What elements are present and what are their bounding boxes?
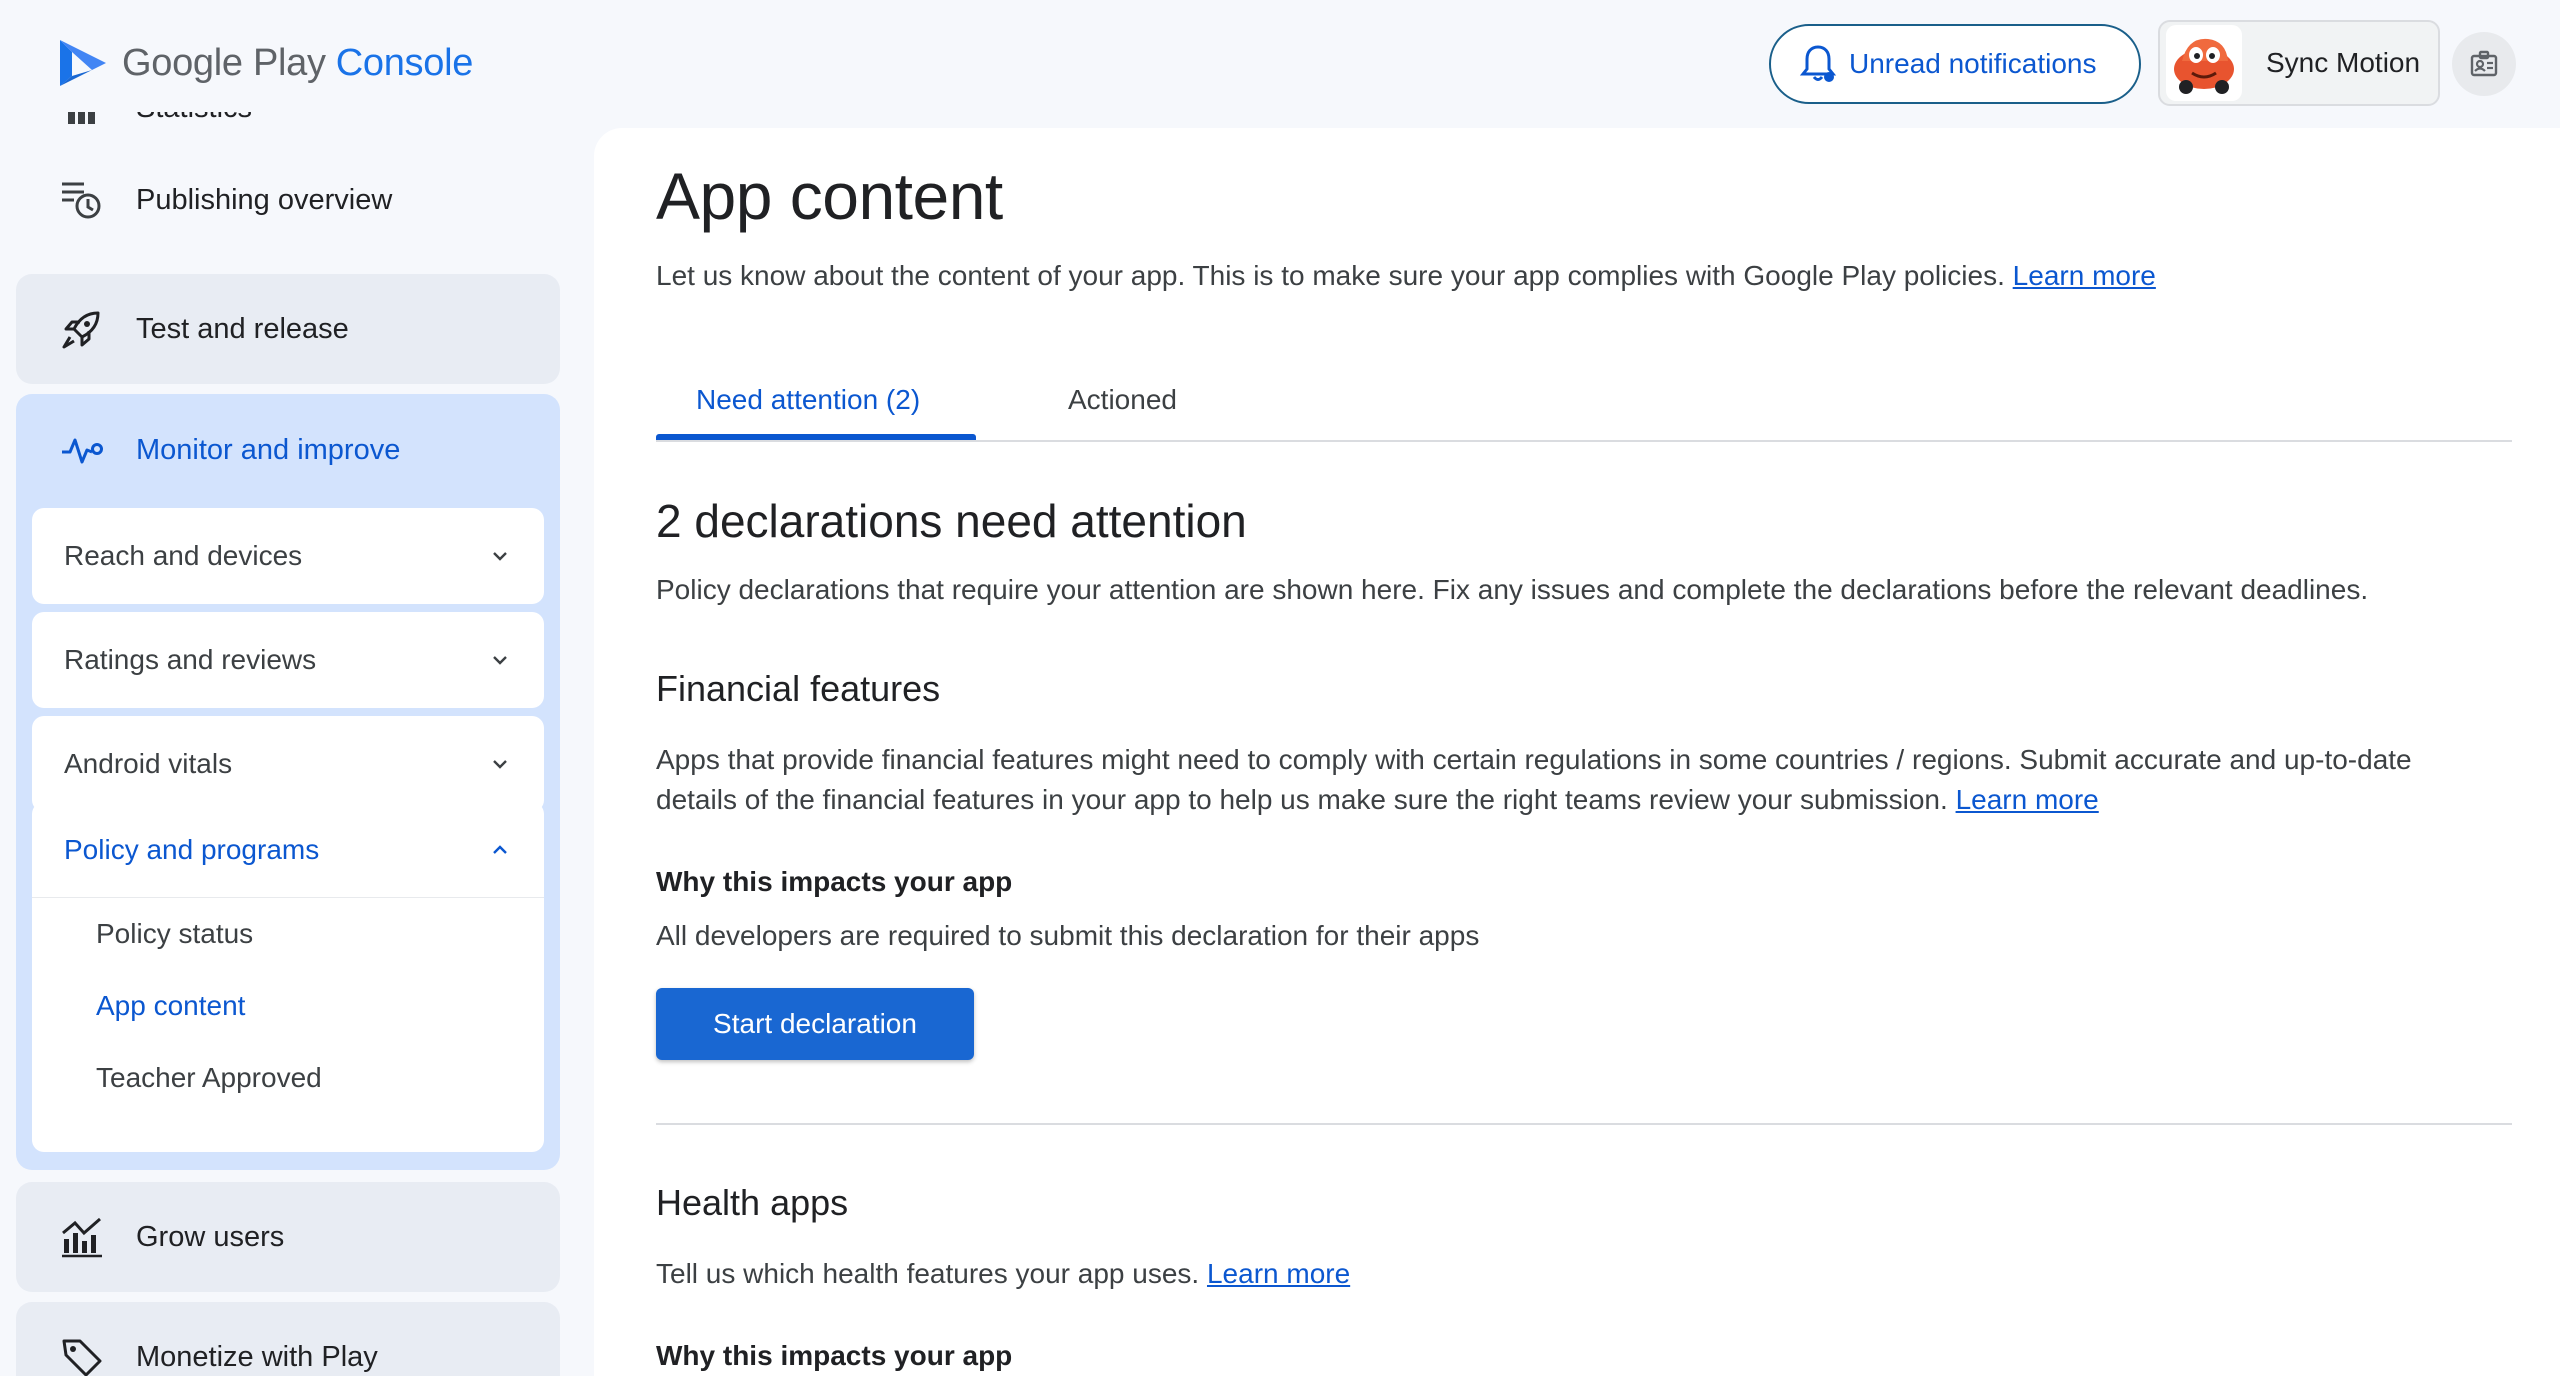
logo-main-text: Google Play	[122, 41, 326, 84]
top-bar: Google PlayConsole Unread notifications	[0, 0, 2560, 128]
account-switcher[interactable]: Sync Motion	[2158, 20, 2440, 106]
sidebar-item-policy-and-programs[interactable]: Policy and programs	[32, 802, 544, 898]
tab-bar: Need attention (2) Actioned	[656, 374, 2512, 442]
sidebar-item-reach-and-devices[interactable]: Reach and devices	[32, 508, 544, 604]
main-content: App content Let us know about the conten…	[594, 128, 2560, 1376]
sidebar-item-label: Publishing overview	[136, 183, 393, 216]
sidebar-item-label: Grow users	[136, 1220, 285, 1253]
chevron-down-icon	[493, 656, 507, 665]
unread-notifications-label: Unread notifications	[1849, 48, 2097, 79]
chevron-down-icon	[493, 760, 507, 769]
health-why-heading: Why this impacts your app	[656, 1340, 1013, 1371]
financial-features-heading: Financial features	[656, 668, 941, 709]
badge-id-icon	[2470, 50, 2498, 77]
section-divider	[656, 1123, 2512, 1125]
sidebar-item-label: Test and release	[136, 312, 349, 345]
attention-heading: 2 declarations need attention	[656, 495, 1247, 547]
tab-need-attention[interactable]: Need attention (2)	[696, 384, 920, 416]
sidebar-nav: Statistics Publishing overview Test and	[0, 112, 580, 1376]
rocket-icon	[60, 307, 104, 351]
health-learn-more-link[interactable]: Learn more	[1207, 1258, 1350, 1289]
learn-more-link[interactable]: Learn more	[2013, 260, 2156, 291]
price-tag-icon	[60, 1335, 104, 1376]
financial-features-description: Apps that provide financial features mig…	[656, 744, 2412, 815]
sidebar-item-label: Statistics	[136, 112, 252, 125]
app-avatar	[2166, 25, 2242, 101]
active-tab-indicator	[656, 434, 976, 440]
sidebar-item-monetize-with-play[interactable]: Monetize with Play	[16, 1302, 560, 1376]
sidebar-item-label: Ratings and reviews	[64, 644, 317, 675]
growth-chart-icon	[60, 1215, 104, 1259]
tab-actioned[interactable]: Actioned	[1068, 384, 1177, 416]
sidebar-item-test-and-release[interactable]: Test and release	[16, 274, 560, 384]
sidebar-item-ratings-and-reviews[interactable]: Ratings and reviews	[32, 612, 544, 708]
health-apps-description: Tell us which health features your app u…	[656, 1258, 1351, 1289]
sidebar-item-policy-status[interactable]: Policy status	[96, 918, 253, 950]
account-name: Sync Motion	[2266, 47, 2421, 78]
profile-button[interactable]	[2452, 32, 2516, 96]
bell-icon	[1799, 45, 1837, 82]
activity-pulse-icon	[60, 428, 104, 472]
unread-notifications-button[interactable]: Unread notifications	[1769, 24, 2141, 104]
health-apps-heading: Health apps	[656, 1182, 849, 1223]
play-console-logo-icon	[60, 40, 106, 86]
chevron-up-icon	[493, 844, 507, 854]
sidebar-group-policy-and-programs: Policy and programs Policy status App co…	[32, 802, 544, 1152]
start-declaration-button[interactable]: Start declaration	[656, 988, 974, 1060]
logo-console-text: Console	[335, 41, 474, 84]
sidebar-section-monitor-and-improve: Monitor and improve Reach and devices Ra…	[16, 394, 560, 1170]
page-subtitle: Let us know about the content of your ap…	[656, 260, 2156, 291]
sidebar-item-label: Policy and programs	[64, 833, 320, 865]
play-console-logo[interactable]: Google Play Console	[58, 36, 473, 90]
sidebar-item-statistics[interactable]: Statistics	[60, 112, 252, 130]
attention-description: Policy declarations that require your at…	[656, 574, 2369, 605]
sidebar-item-monitor-and-improve[interactable]: Monitor and improve	[60, 428, 400, 472]
bar-chart-icon	[60, 112, 104, 130]
financial-why-heading: Why this impacts your app	[656, 866, 1013, 897]
sidebar-item-label: Monitor and improve	[136, 433, 401, 466]
page-title: App content	[656, 159, 1003, 233]
sidebar-item-label: Reach and devices	[64, 540, 303, 571]
sidebar-item-label: Monetize with Play	[136, 1340, 378, 1373]
sidebar-item-label: Android vitals	[64, 748, 233, 779]
sidebar-item-teacher-approved[interactable]: Teacher Approved	[96, 1062, 322, 1094]
sidebar-item-grow-users[interactable]: Grow users	[16, 1182, 560, 1292]
sidebar-item-android-vitals[interactable]: Android vitals	[32, 716, 544, 812]
sidebar-item-publishing-overview[interactable]: Publishing overview	[60, 178, 392, 222]
car-mascot-icon	[2174, 38, 2234, 94]
chevron-down-icon	[493, 552, 507, 561]
sidebar-item-app-content[interactable]: App content	[96, 990, 245, 1022]
financial-learn-more-link[interactable]: Learn more	[1956, 784, 2099, 815]
financial-why-description: All developers are required to submit th…	[656, 920, 1480, 951]
list-clock-icon	[60, 178, 104, 222]
